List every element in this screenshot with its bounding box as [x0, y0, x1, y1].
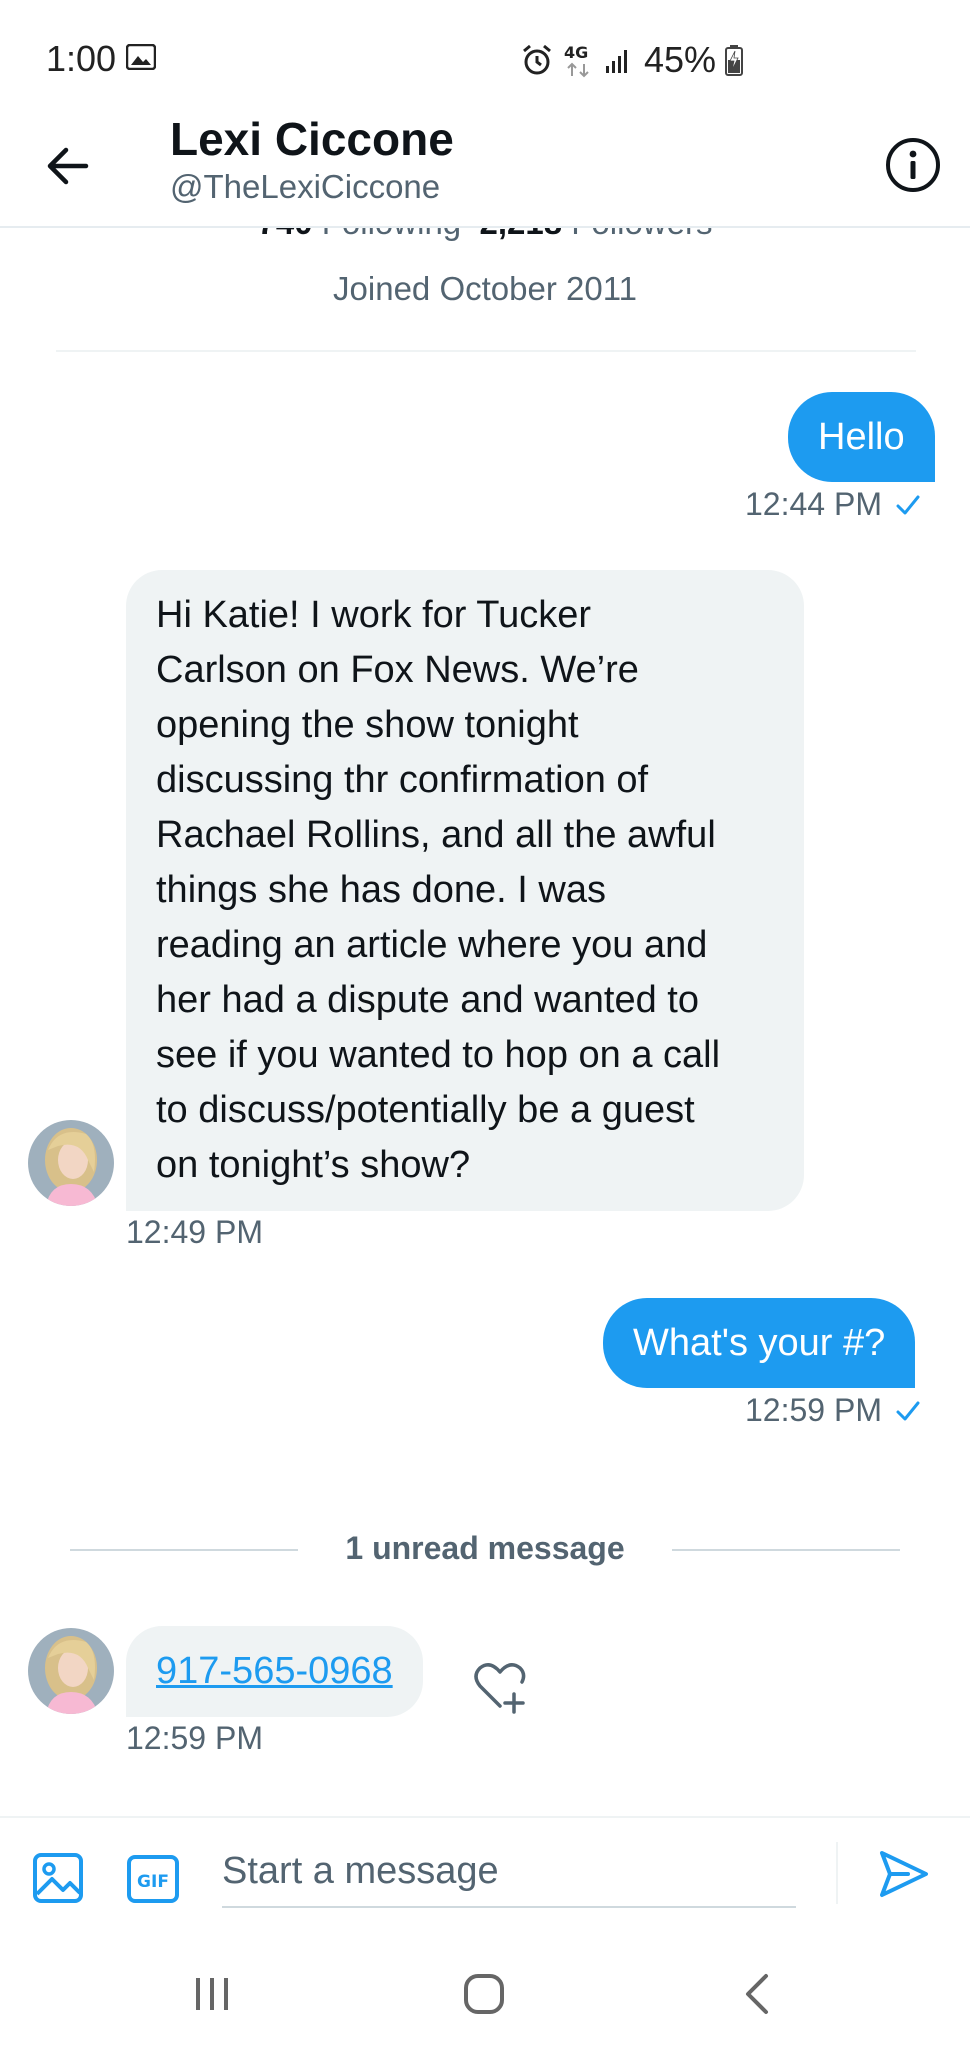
- message-bubble-incoming[interactable]: 917-565-0968: [126, 1626, 423, 1717]
- contact-handle[interactable]: @TheLexiCiccone: [170, 168, 440, 206]
- image-icon[interactable]: [32, 1852, 84, 1904]
- message-bubble-incoming[interactable]: Hi Katie! I work for Tucker Carlson on F…: [126, 570, 804, 1211]
- message-bubble-outgoing[interactable]: Hello: [788, 392, 935, 482]
- message-timestamp: 12:44 PM: [745, 486, 922, 523]
- system-back-icon[interactable]: [742, 1972, 772, 2016]
- message-bubble-outgoing[interactable]: What's your #?: [603, 1298, 916, 1388]
- timestamp-text: 12:59 PM: [126, 1720, 263, 1756]
- signal-icon: [606, 50, 627, 73]
- divider-line: [672, 1549, 900, 1551]
- timestamp-text: 12:49 PM: [126, 1214, 263, 1250]
- composer-separator: [836, 1842, 838, 1904]
- message-timestamp: 12:59 PM: [745, 1392, 922, 1429]
- unread-divider: 1 unread message: [70, 1530, 900, 1570]
- message-timestamp: 12:59 PM: [126, 1720, 263, 1757]
- status-bar: 1:00 4G 45%: [0, 0, 970, 110]
- network-4g-icon: 4G: [564, 43, 589, 78]
- back-arrow-icon[interactable]: [40, 138, 96, 194]
- phone-number-link[interactable]: 917-565-0968: [156, 1650, 393, 1692]
- battery-charging-icon: [725, 45, 744, 76]
- joined-date: Joined October 2011: [333, 270, 637, 307]
- message-composer: GIF: [0, 1816, 970, 1936]
- home-icon[interactable]: [462, 1972, 506, 2016]
- system-nav-bar: [0, 1936, 970, 2048]
- profile-divider: [56, 350, 916, 352]
- status-indicators: 4G 45%: [520, 36, 744, 84]
- message-line: opening the show tonight: [156, 704, 579, 746]
- network-label: 4G: [564, 43, 588, 62]
- message-line: on tonight’s show?: [156, 1144, 471, 1186]
- alarm-icon: [523, 44, 551, 75]
- sent-check-icon: [896, 495, 920, 514]
- message-line: see if you wanted to hop on a call: [156, 1034, 721, 1076]
- gif-label: GIF: [137, 1872, 169, 1892]
- battery-percent: 45%: [644, 39, 717, 80]
- message-line: reading an article where you and: [156, 924, 708, 966]
- contact-avatar[interactable]: [28, 1628, 114, 1714]
- status-time: 1:00: [46, 38, 117, 79]
- info-icon[interactable]: [884, 136, 942, 194]
- message-line: discussing thr confirmation of: [156, 759, 649, 801]
- conversation-header: Lexi Ciccone @TheLexiCiccone: [0, 110, 970, 228]
- timestamp-text: 12:59 PM: [745, 1392, 882, 1428]
- message-text: Hello: [818, 416, 905, 458]
- message-timestamp: 12:49 PM: [126, 1214, 263, 1251]
- timestamp-text: 12:44 PM: [745, 486, 882, 522]
- contact-avatar[interactable]: [28, 1120, 114, 1206]
- send-icon[interactable]: [878, 1848, 930, 1900]
- message-text: What's your #?: [633, 1322, 886, 1364]
- message-line: Carlson on Fox News. We’re: [156, 649, 639, 691]
- gif-icon[interactable]: GIF: [126, 1854, 180, 1904]
- contact-name[interactable]: Lexi Ciccone: [170, 112, 454, 166]
- message-line: to discuss/potentially be a guest: [156, 1089, 695, 1131]
- message-input[interactable]: [222, 1836, 796, 1908]
- message-line: her had a dispute and wanted to: [156, 979, 699, 1021]
- message-line: things she has done. I was: [156, 869, 606, 911]
- gallery-notification-icon: [126, 44, 156, 70]
- recent-apps-icon[interactable]: [192, 1976, 232, 2012]
- add-reaction-heart-icon[interactable]: [470, 1658, 530, 1714]
- sent-check-icon: [896, 1401, 920, 1420]
- message-line: Rachael Rollins, and all the awful: [156, 814, 716, 856]
- message-line: Hi Katie! I work for Tucker: [156, 594, 592, 636]
